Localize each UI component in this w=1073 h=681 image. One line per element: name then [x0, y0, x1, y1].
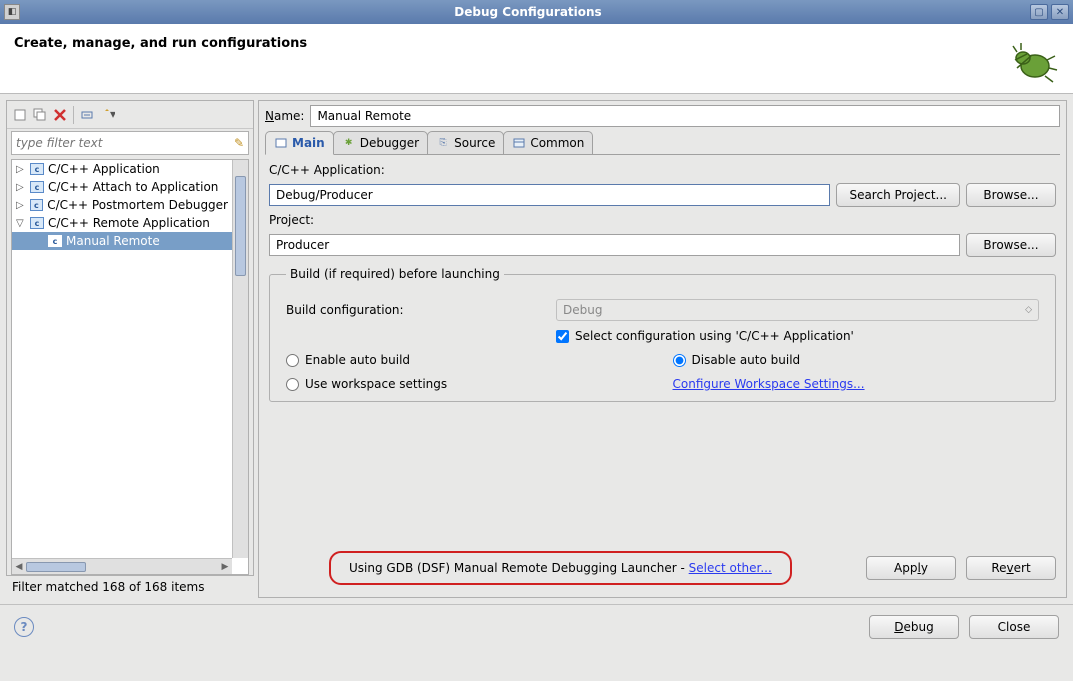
- config-toolbar: ▾: [7, 101, 253, 129]
- filter-box: ✎: [11, 131, 249, 155]
- tree-item-cpp-postmortem[interactable]: ▷ c C/C++ Postmortem Debugger: [12, 196, 232, 214]
- name-input[interactable]: [310, 105, 1060, 127]
- bug-icon: [1003, 36, 1059, 86]
- select-using-checkbox[interactable]: [556, 330, 569, 343]
- tree-item-label: C/C++ Postmortem Debugger: [47, 198, 228, 212]
- tab-label: Source: [454, 136, 495, 150]
- browse-app-button[interactable]: Browse...: [966, 183, 1056, 207]
- app-icon: ◧: [4, 4, 20, 20]
- c-config-icon: c: [48, 235, 62, 247]
- build-config-select: Debug ◇: [556, 299, 1039, 321]
- bottom-bar: ? Debug Close Debug: [0, 604, 1073, 649]
- tab-bar: Main ✱ Debugger ⎘ Source Common: [265, 131, 1060, 155]
- use-workspace-radio[interactable]: Use workspace settings: [286, 377, 653, 391]
- disable-auto-build-radio[interactable]: Disable auto build: [673, 353, 1040, 367]
- collapse-all-icon[interactable]: [78, 106, 96, 124]
- search-project-button[interactable]: Search Project...: [836, 183, 960, 207]
- help-icon[interactable]: ?: [14, 617, 34, 637]
- tree-scrollbar-horizontal[interactable]: ◀ ▶: [12, 558, 232, 574]
- close-window-button[interactable]: ✕: [1051, 4, 1069, 20]
- duplicate-config-icon[interactable]: [31, 106, 49, 124]
- launcher-text: Using GDB (DSF) Manual Remote Debugging …: [349, 561, 689, 575]
- new-config-icon[interactable]: [11, 106, 29, 124]
- c-config-icon: c: [30, 181, 44, 193]
- config-tree: ▷ c C/C++ Application ▷ c C/C++ Attach t…: [11, 159, 249, 575]
- c-config-icon: c: [30, 163, 44, 175]
- expand-icon[interactable]: ▷: [16, 182, 26, 193]
- close-button[interactable]: Close: [969, 615, 1059, 639]
- filter-menu-icon[interactable]: ▾: [98, 106, 116, 124]
- tab-label: Common: [530, 136, 584, 150]
- debugger-tab-icon: ✱: [342, 137, 356, 149]
- c-config-icon: c: [30, 217, 44, 229]
- tree-item-cpp-app[interactable]: ▷ c C/C++ Application: [12, 160, 232, 178]
- debug-button[interactable]: Debug: [869, 615, 959, 639]
- enable-auto-build-radio[interactable]: Enable auto build: [286, 353, 653, 367]
- project-input[interactable]: [269, 234, 960, 256]
- build-config-label: Build configuration:: [286, 303, 556, 317]
- name-label: NName:ame:: [265, 109, 304, 123]
- project-label: Project:: [269, 213, 1056, 227]
- window-title: Debug Configurations: [26, 5, 1030, 19]
- filter-status: Filter matched 168 of 168 items: [6, 576, 254, 598]
- enable-auto-build-label: Enable auto build: [305, 353, 410, 367]
- tree-item-label: C/C++ Attach to Application: [48, 180, 218, 194]
- use-workspace-radio-input[interactable]: [286, 378, 299, 391]
- source-tab-icon: ⎘: [436, 137, 450, 149]
- build-fieldset: Build (if required) before launching Bui…: [269, 267, 1056, 402]
- select-other-link[interactable]: Select other...: [689, 561, 772, 575]
- tree-item-label: C/C++ Application: [48, 162, 160, 176]
- titlebar: ◧ Debug Configurations ▢ ✕: [0, 0, 1073, 24]
- launcher-info: Using GDB (DSF) Manual Remote Debugging …: [329, 551, 792, 585]
- revert-button[interactable]: Revert: [966, 556, 1056, 580]
- expand-icon[interactable]: ▷: [16, 164, 26, 175]
- browse-project-button[interactable]: Browse...: [966, 233, 1056, 257]
- configure-workspace-link[interactable]: Configure Workspace Settings...: [673, 377, 1040, 391]
- clear-filter-icon[interactable]: ✎: [234, 136, 244, 150]
- right-panel: NName:ame: Main ✱ Debugger ⎘ Source Comm…: [258, 100, 1067, 598]
- tab-content-main: C/C++ Application: Search Project... Bro…: [265, 155, 1060, 593]
- tab-label: Debugger: [360, 136, 419, 150]
- delete-config-icon[interactable]: [51, 106, 69, 124]
- tree-item-label: C/C++ Remote Application: [48, 216, 210, 230]
- collapse-icon[interactable]: ▽: [16, 218, 26, 229]
- tab-common[interactable]: Common: [503, 131, 593, 154]
- left-panel: ▾ ✎ ▷ c C/C++ Application ▷ c C/C++ Atta…: [6, 100, 254, 576]
- use-workspace-label: Use workspace settings: [305, 377, 447, 391]
- c-config-icon: c: [30, 199, 44, 211]
- apply-button[interactable]: Apply: [866, 556, 956, 580]
- header-subtitle: Create, manage, and run configurations: [14, 36, 307, 51]
- dialog-header: Create, manage, and run configurations: [0, 24, 1073, 94]
- tab-debugger[interactable]: ✱ Debugger: [333, 131, 428, 154]
- app-label: C/C++ Application:: [269, 163, 1056, 177]
- tree-item-cpp-attach[interactable]: ▷ c C/C++ Attach to Application: [12, 178, 232, 196]
- tree-item-label: Manual Remote: [66, 234, 160, 248]
- expand-icon[interactable]: ▷: [16, 200, 26, 211]
- maximize-button[interactable]: ▢: [1030, 4, 1048, 20]
- tab-label: Main: [292, 136, 325, 150]
- app-input[interactable]: [269, 184, 830, 206]
- tree-item-manual-remote[interactable]: c Manual Remote: [12, 232, 232, 250]
- dropdown-icon: ◇: [1025, 305, 1032, 315]
- tree-item-cpp-remote[interactable]: ▽ c C/C++ Remote Application: [12, 214, 232, 232]
- build-legend: Build (if required) before launching: [286, 267, 504, 281]
- tree-scrollbar-vertical[interactable]: [232, 160, 248, 558]
- common-tab-icon: [512, 137, 526, 149]
- select-using-label: Select configuration using 'C/C++ Applic…: [575, 329, 854, 343]
- disable-auto-build-label: Disable auto build: [692, 353, 801, 367]
- main-tab-icon: [274, 137, 288, 149]
- tab-source[interactable]: ⎘ Source: [427, 131, 504, 154]
- build-config-value: Debug: [563, 303, 602, 317]
- disable-auto-build-radio-input[interactable]: [673, 354, 686, 367]
- tab-main[interactable]: Main: [265, 131, 334, 155]
- filter-input[interactable]: [16, 136, 234, 150]
- enable-auto-build-radio-input[interactable]: [286, 354, 299, 367]
- svg-text:▾: ▾: [110, 108, 115, 121]
